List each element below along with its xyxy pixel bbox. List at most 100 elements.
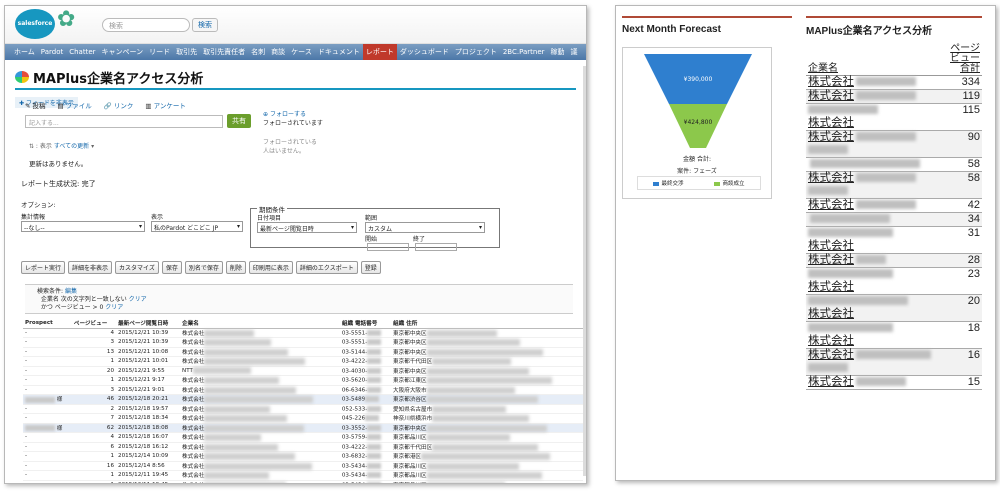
company-cell-text[interactable]: 株式会社 [182, 407, 204, 413]
col-header-0[interactable]: Prospect [23, 319, 72, 329]
company-name-cell[interactable]: 株式会社 [806, 89, 946, 104]
company-name-text[interactable]: 株式会社 [808, 335, 854, 347]
summary-select[interactable]: --なし-- ▾ [21, 221, 145, 232]
company-cell-text[interactable]: 株式会社 [182, 416, 204, 422]
company-row[interactable]: 株式会社 15 [806, 375, 982, 390]
company-name-cell[interactable]: 株式会社 [806, 75, 946, 90]
company-name-cell[interactable] [806, 212, 946, 227]
company-name-cell[interactable]: 株式会社 [806, 253, 946, 268]
company-name-cell[interactable]: 株式会社 [806, 171, 946, 199]
company-name-cell[interactable] [806, 157, 946, 172]
company-cell-text[interactable]: 株式会社 [182, 388, 204, 394]
company-row[interactable]: 株式会社 90 [806, 130, 982, 158]
clear-filter-1[interactable]: クリア [129, 296, 147, 303]
company-name-cell[interactable]: 株式会社 [806, 226, 946, 254]
company-cell-text[interactable]: 株式会社 [182, 483, 204, 484]
post-tab-2[interactable]: 🔗 リンク [104, 100, 134, 110]
funnel-segment-1[interactable] [669, 104, 727, 148]
post-tab-3[interactable]: ▥ アンケート [145, 100, 185, 110]
company-cell-text[interactable]: 株式会社 [182, 435, 204, 441]
company-name-cell[interactable]: 株式会社 [806, 294, 946, 322]
salesforce-logo[interactable]: salesforce [15, 9, 55, 39]
report-button-1[interactable]: 詳細を非表示 [68, 261, 113, 274]
tab-11[interactable]: レポート [362, 44, 397, 60]
company-cell-text[interactable]: 株式会社 [182, 340, 204, 346]
company-cell-text[interactable]: 株式会社 [182, 473, 204, 479]
company-row[interactable]: 株式会社 18 [806, 321, 982, 349]
company-name-text[interactable]: 株式会社 [808, 90, 854, 102]
tab-14[interactable]: 2BC.Partner [500, 44, 548, 60]
start-date-input[interactable] [367, 243, 409, 251]
company-row[interactable]: 株式会社 16 [806, 348, 982, 376]
tab-7[interactable]: 名刺 [248, 44, 268, 60]
report-button-8[interactable]: 登録 [360, 261, 381, 274]
search-input[interactable]: 検索 [102, 18, 190, 32]
company-name-text[interactable]: 株式会社 [808, 199, 854, 211]
company-cell-text[interactable]: 株式会社 [182, 464, 204, 470]
col-pv-header[interactable]: ページビュー合計 [946, 42, 982, 76]
company-name-cell[interactable]: 株式会社 [806, 103, 946, 131]
col-company-header[interactable]: 企業名 [806, 42, 946, 76]
company-row[interactable]: 58 [806, 157, 982, 172]
clear-filter-2[interactable]: クリア [105, 304, 123, 311]
company-row[interactable]: 34 [806, 212, 982, 227]
company-cell-text[interactable]: 株式会社 [182, 397, 204, 403]
post-input[interactable]: 記入する... [25, 114, 223, 128]
company-name-cell[interactable]: 株式会社 [806, 267, 946, 295]
report-button-4[interactable]: 別名で保存 [184, 261, 223, 274]
company-cell-text[interactable]: NTT [182, 368, 193, 374]
company-row[interactable]: 株式会社 31 [806, 226, 982, 254]
company-row[interactable]: 株式会社 23 [806, 267, 982, 295]
company-name-text[interactable]: 株式会社 [808, 308, 854, 320]
company-name-text[interactable]: 株式会社 [808, 117, 854, 129]
company-name-cell[interactable]: 株式会社 [806, 198, 946, 213]
tab-6[interactable]: 取引先責任者 [200, 44, 248, 60]
col-header-4[interactable]: 組織 電話番号 [339, 319, 392, 329]
tab-1[interactable]: Pardot [38, 44, 66, 60]
tab-2[interactable]: Chatter [66, 44, 98, 60]
col-header-3[interactable]: 企業名 [180, 319, 340, 329]
report-button-3[interactable]: 保存 [161, 261, 182, 274]
company-row[interactable]: 株式会社 42 [806, 198, 982, 213]
tab-9[interactable]: ケース [288, 44, 315, 60]
company-cell-text[interactable]: 株式会社 [182, 331, 204, 337]
company-row[interactable]: 株式会社 334 [806, 75, 982, 90]
company-cell-text[interactable]: 株式会社 [182, 378, 204, 384]
edit-filter-link[interactable]: 編集 [65, 288, 77, 295]
company-cell-text[interactable]: 株式会社 [182, 359, 204, 365]
company-name-text[interactable]: 株式会社 [808, 76, 854, 88]
report-button-5[interactable]: 削除 [225, 261, 246, 274]
col-header-2[interactable]: 最新ページ閲覧日時 [116, 319, 181, 329]
tab-15[interactable]: 稼動 [548, 44, 568, 60]
range-select[interactable]: カスタム ▾ [365, 222, 485, 233]
funnel-chart[interactable]: ¥390,000 ¥424,800 金額 合計: 案件: フェーズ 最終交渉 商談… [622, 47, 772, 199]
col-header-1[interactable]: ページビュー [71, 319, 117, 329]
company-row[interactable]: 株式会社 119 [806, 89, 982, 104]
company-name-cell[interactable]: 株式会社 [806, 130, 946, 158]
tab-10[interactable]: ドキュメント [315, 44, 363, 60]
tab-0[interactable]: ホーム [11, 44, 38, 60]
search-button[interactable]: 検索 [192, 18, 218, 32]
tab-16[interactable]: 議 [568, 44, 581, 60]
follow-button[interactable]: ⊕ フォローする [263, 110, 323, 119]
company-cell-text[interactable]: 株式会社 [182, 350, 204, 356]
tab-3[interactable]: キャンペーン [99, 44, 147, 60]
post-tab-0[interactable]: ✎ 投稿 [25, 100, 46, 110]
tab-8[interactable]: 商談 [268, 44, 288, 60]
company-name-text[interactable]: 株式会社 [808, 131, 854, 143]
date-field-select[interactable]: 最新ページ閲覧日時 ▾ [257, 222, 357, 233]
report-button-0[interactable]: レポート実行 [21, 261, 66, 274]
company-row[interactable]: 株式会社 115 [806, 103, 982, 131]
company-cell-text[interactable]: 株式会社 [182, 454, 204, 460]
company-name-text[interactable]: 株式会社 [808, 172, 854, 184]
report-button-2[interactable]: カスタマイズ [115, 261, 159, 274]
tab-12[interactable]: ダッシュボード [397, 44, 452, 60]
tab-5[interactable]: 取引先 [173, 44, 200, 60]
company-cell-text[interactable]: 株式会社 [182, 426, 204, 432]
post-tab-1[interactable]: ▤ ファイル [58, 100, 92, 110]
company-name-cell[interactable]: 株式会社 [806, 321, 946, 349]
col-header-5[interactable]: 組織 住所 [391, 319, 583, 329]
company-name-text[interactable]: 株式会社 [808, 376, 854, 388]
company-name-text[interactable]: 株式会社 [808, 281, 854, 293]
scrollbar[interactable] [583, 66, 586, 476]
